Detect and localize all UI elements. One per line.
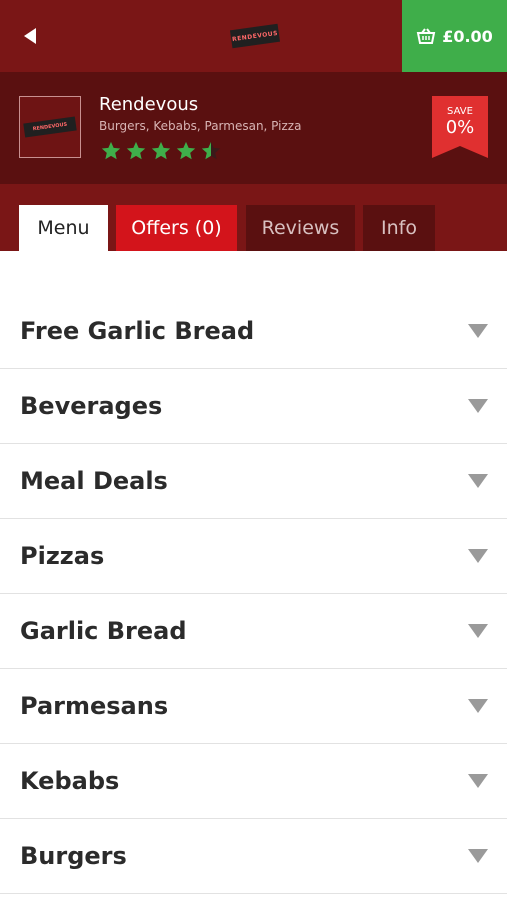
save-value: 0% — [445, 117, 475, 138]
chevron-down-icon — [468, 549, 488, 563]
menu-category-meal-deals[interactable]: Meal Deals — [0, 444, 507, 519]
chevron-down-icon — [468, 849, 488, 863]
star-rating — [99, 140, 224, 162]
category-label: Free Garlic Bread — [20, 317, 255, 345]
back-button[interactable] — [18, 24, 42, 48]
menu-category-kebabs[interactable]: Kebabs — [0, 744, 507, 819]
menu-category-pizzas[interactable]: Pizzas — [0, 519, 507, 594]
app-logo: RENDEVOUS — [229, 23, 281, 49]
star-half-icon — [201, 141, 221, 160]
star-icon — [176, 141, 196, 160]
restaurant-header: RENDEVOUS Rendevous Burgers, Kebabs, Par… — [0, 72, 507, 184]
tab-reviews[interactable]: Reviews — [246, 205, 355, 251]
cart-total: £0.00 — [442, 26, 493, 46]
tab-strip: Menu Offers (0) Reviews Info — [0, 184, 507, 251]
menu-category-garlic-bread[interactable]: Garlic Bread — [0, 594, 507, 669]
cart-button[interactable]: £0.00 — [402, 0, 507, 72]
chevron-down-icon — [468, 624, 488, 638]
restaurant-logo: RENDEVOUS — [19, 96, 81, 158]
menu-category-parmesans[interactable]: Parmesans — [0, 669, 507, 744]
tab-menu[interactable]: Menu — [19, 205, 108, 251]
category-label: Burgers — [20, 842, 127, 870]
restaurant-name: Rendevous — [99, 94, 199, 115]
menu-category-free-garlic-bread[interactable]: Free Garlic Bread — [0, 294, 507, 369]
save-label: SAVE — [447, 106, 473, 117]
menu-category-list: Free Garlic Bread Beverages Meal Deals P… — [0, 294, 507, 894]
category-label: Beverages — [20, 392, 163, 420]
restaurant-logo-text: RENDEVOUS — [23, 116, 77, 138]
chevron-down-icon — [468, 399, 488, 413]
tab-offers[interactable]: Offers (0) — [116, 205, 237, 251]
star-icon — [101, 141, 121, 160]
save-badge: SAVE 0% — [432, 96, 488, 158]
top-bar: RENDEVOUS £0.00 — [0, 0, 507, 72]
menu-category-burgers[interactable]: Burgers — [0, 819, 507, 894]
chevron-down-icon — [468, 774, 488, 788]
menu-category-beverages[interactable]: Beverages — [0, 369, 507, 444]
basket-icon — [416, 28, 436, 44]
tab-info[interactable]: Info — [363, 205, 435, 251]
chevron-down-icon — [468, 699, 488, 713]
category-label: Garlic Bread — [20, 617, 187, 645]
category-label: Kebabs — [20, 767, 120, 795]
restaurant-cuisines: Burgers, Kebabs, Parmesan, Pizza — [99, 119, 302, 133]
back-arrow-icon — [24, 28, 36, 44]
chevron-down-icon — [468, 324, 488, 338]
category-label: Pizzas — [20, 542, 105, 570]
chevron-down-icon — [468, 474, 488, 488]
star-icon — [126, 141, 146, 160]
category-label: Parmesans — [20, 692, 169, 720]
category-label: Meal Deals — [20, 467, 168, 495]
star-icon — [151, 141, 171, 160]
